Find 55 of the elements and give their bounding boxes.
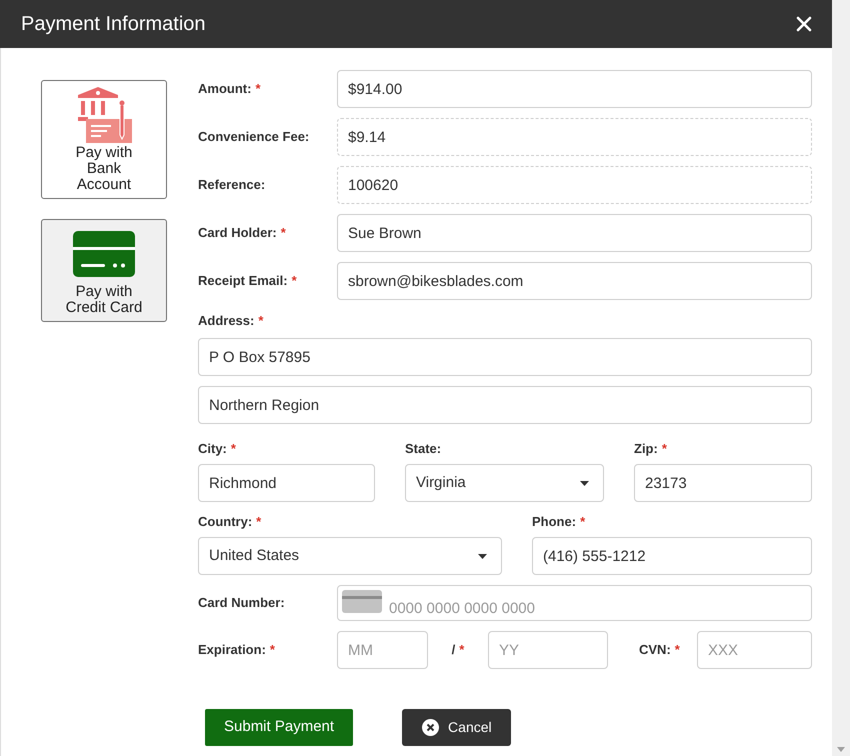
field-label: Country:: [198, 513, 252, 532]
submit-button[interactable]: Submit Payment: [205, 709, 354, 746]
caret-icon: [580, 480, 589, 486]
input-field[interactable]: 23173: [634, 464, 812, 502]
input-field[interactable]: MM: [337, 631, 428, 669]
card-number-field[interactable]: 0000 0000 0000 0000: [337, 585, 812, 621]
close-button[interactable]: [796, 16, 812, 32]
input-field[interactable]: P O Box 57895: [198, 338, 812, 376]
cancel-button[interactable]: Cancel: [402, 709, 511, 746]
card-icon: [342, 590, 382, 613]
required-mark: *: [662, 440, 667, 458]
input-field[interactable]: $914.00: [337, 70, 812, 108]
dialog-title: Payment Information: [21, 12, 206, 37]
field-label: /: [452, 641, 456, 660]
required-mark: *: [292, 272, 297, 290]
required-mark: *: [230, 440, 236, 458]
field-label: Amount:: [198, 80, 252, 98]
dropdown[interactable]: Virginia: [405, 464, 604, 502]
field-label: City:: [198, 440, 227, 458]
required-mark: *: [256, 513, 262, 532]
input-field[interactable]: XXX: [697, 631, 812, 669]
scroll-down-icon[interactable]: [837, 747, 845, 752]
field-label: State:: [405, 440, 442, 458]
field-label: Card Holder:: [198, 224, 277, 242]
required-mark: *: [580, 513, 586, 532]
input-field[interactable]: YY: [488, 631, 608, 669]
input-field[interactable]: Richmond: [198, 464, 375, 502]
input-field[interactable]: Northern Region: [198, 386, 812, 424]
field-label: Receipt Email:: [198, 272, 288, 290]
field-label: Phone:: [532, 513, 576, 532]
input-field[interactable]: (416) 555-1212: [532, 537, 812, 575]
required-mark: *: [255, 80, 260, 98]
payment-method-button[interactable]: Pay with Credit Card: [41, 219, 167, 322]
field-label: Zip:: [634, 440, 658, 458]
field-label: CVN:: [639, 641, 671, 660]
field-label: Address:: [198, 312, 254, 330]
caret-icon: [478, 554, 487, 558]
credit-card-icon: [73, 231, 135, 277]
required-mark: *: [459, 641, 464, 660]
dropdown[interactable]: United States: [198, 537, 502, 575]
field-label: Reference:: [198, 176, 266, 194]
field-label: Expiration:: [198, 641, 266, 660]
input-field[interactable]: $9.14: [337, 118, 812, 156]
field-label: Convenience Fee:: [198, 128, 310, 146]
field-label: Card Number:: [198, 594, 285, 612]
required-mark: *: [258, 312, 264, 330]
input-field[interactable]: 100620: [337, 166, 812, 204]
input-field[interactable]: Sue Brown: [337, 214, 812, 252]
close-icon: [422, 719, 440, 736]
payment-method-button[interactable]: Pay with Bank Account: [41, 80, 167, 199]
required-mark: *: [270, 641, 275, 660]
required-mark: *: [280, 224, 286, 242]
input-field[interactable]: sbrown@bikesblades.com: [337, 262, 812, 300]
required-mark: *: [674, 641, 680, 660]
scrollbar[interactable]: [832, 0, 850, 756]
